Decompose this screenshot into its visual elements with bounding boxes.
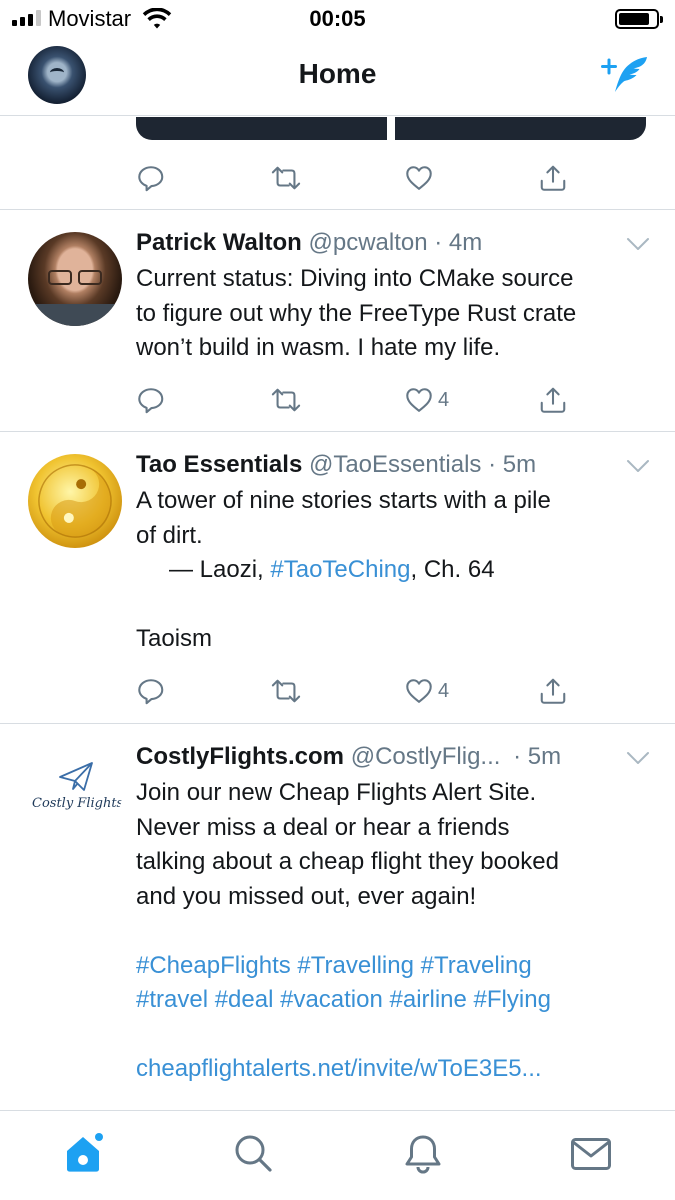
- reply-button[interactable]: [136, 383, 166, 417]
- timeline-feed[interactable]: Patrick Walton @pcwalton · 4m Current st…: [0, 117, 675, 1110]
- compose-tweet-icon[interactable]: [600, 54, 650, 96]
- tab-bar: [0, 1110, 675, 1200]
- status-bar: Movistar 00:05: [0, 0, 675, 40]
- tweet[interactable]: Costly Flights CostlyFlights.com @Costly…: [0, 743, 675, 1110]
- share-button[interactable]: [538, 383, 568, 417]
- tweet-header: CostlyFlights.com @CostlyFlig... · 5m: [136, 743, 562, 770]
- like-count: 4: [438, 679, 450, 702]
- author-handle: @pcwalton: [308, 229, 428, 256]
- heart-icon: [404, 385, 434, 415]
- like-button[interactable]: 4: [404, 383, 449, 417]
- page-title: Home: [298, 58, 377, 89]
- avatar[interactable]: [28, 232, 122, 326]
- author-handle: @CostlyFlig...: [350, 743, 501, 770]
- url-link[interactable]: cheapflightalerts.net/invite/wToE3E5...: [136, 1052, 656, 1087]
- retweet-icon: [270, 163, 302, 193]
- author-name[interactable]: CostlyFlights.com: [136, 743, 344, 770]
- tweet-header: Patrick Walton @pcwalton · 4m: [136, 229, 483, 256]
- reply-icon: [136, 385, 166, 415]
- paper-plane-icon: [59, 762, 93, 791]
- brand-logo-text: Costly Flights: [32, 796, 122, 811]
- tweet-actions: 4: [136, 383, 576, 417]
- mail-icon[interactable]: [570, 1137, 612, 1171]
- retweet-button[interactable]: [270, 383, 302, 417]
- tweet-time: 4m: [448, 229, 483, 256]
- divider: [0, 209, 675, 210]
- tweet-header: Tao Essentials @TaoEssentials · 5m: [136, 451, 537, 478]
- home-icon[interactable]: [62, 1129, 108, 1175]
- tweet-actions: 4: [136, 674, 576, 708]
- share-icon: [538, 385, 568, 415]
- heart-icon: [404, 676, 434, 706]
- avatar[interactable]: [28, 454, 122, 548]
- share-icon: [538, 676, 568, 706]
- yin-yang-icon: [38, 464, 112, 538]
- hashtag-link[interactable]: #TaoTeChing: [270, 556, 410, 583]
- like-button[interactable]: 4: [404, 674, 449, 708]
- like-button[interactable]: [404, 161, 434, 195]
- reply-icon: [136, 676, 166, 706]
- heart-icon: [404, 163, 434, 193]
- author-name[interactable]: Tao Essentials: [136, 451, 302, 478]
- author-handle: @TaoEssentials: [308, 451, 482, 478]
- nav-header: Home: [0, 40, 675, 116]
- search-icon[interactable]: [233, 1133, 273, 1173]
- bell-icon[interactable]: [403, 1133, 443, 1175]
- chevron-down-icon[interactable]: [626, 237, 650, 251]
- divider: [0, 431, 675, 432]
- reply-icon: [136, 163, 166, 193]
- tweet-time: 5m: [502, 451, 537, 478]
- retweet-button[interactable]: [270, 161, 302, 195]
- tweet-time: 5m: [527, 743, 562, 770]
- share-button[interactable]: [538, 674, 568, 708]
- clock: 00:05: [309, 6, 366, 31]
- divider: [0, 723, 675, 724]
- hashtag-links[interactable]: #CheapFlights #Travelling #Traveling: [136, 949, 656, 984]
- reply-button[interactable]: [136, 161, 166, 195]
- tweet-media-preview[interactable]: [136, 117, 646, 140]
- like-count: 4: [438, 388, 450, 411]
- tweet-actions: [136, 161, 576, 195]
- retweet-button[interactable]: [270, 674, 302, 708]
- chevron-down-icon[interactable]: [626, 459, 650, 473]
- tweet-text: A tower of nine stories starts with a pi…: [136, 487, 551, 652]
- avatar[interactable]: Costly Flights: [28, 746, 122, 840]
- share-button[interactable]: [538, 161, 568, 195]
- hashtag-links[interactable]: #travel #deal #vacation #airline #Flying: [136, 983, 656, 1018]
- author-name[interactable]: Patrick Walton: [136, 229, 302, 256]
- share-icon: [538, 163, 568, 193]
- retweet-icon: [270, 385, 302, 415]
- tweet-text: Join our new Cheap Flights Alert Site. N…: [136, 776, 656, 1087]
- retweet-icon: [270, 676, 302, 706]
- chevron-down-icon[interactable]: [626, 751, 650, 765]
- battery-icon: [615, 9, 663, 29]
- tweet-text: Current status: Diving into CMake source…: [136, 265, 577, 361]
- reply-button[interactable]: [136, 674, 166, 708]
